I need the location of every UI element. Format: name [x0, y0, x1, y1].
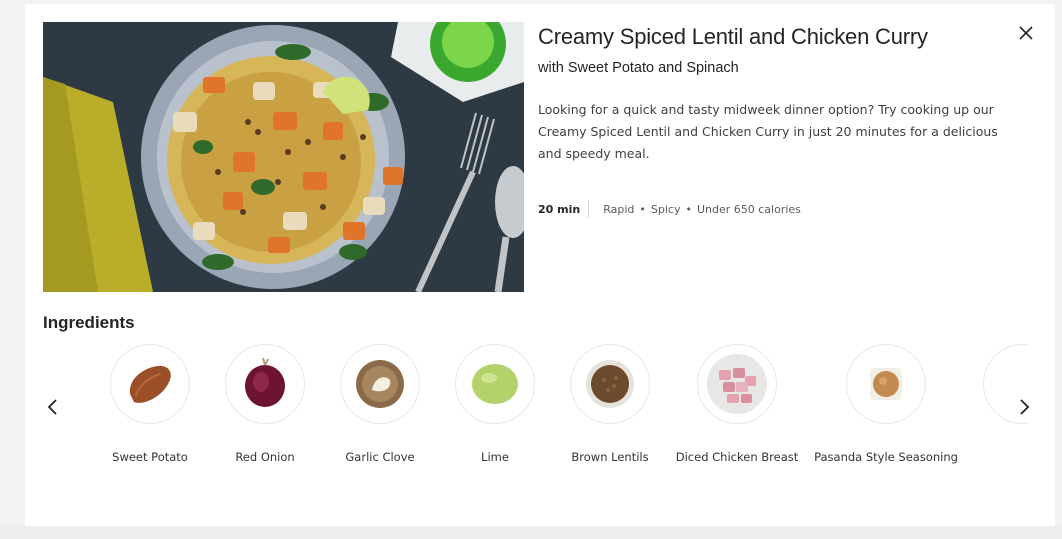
garlic-clove-icon [356, 360, 404, 408]
recipe-subtitle: with Sweet Potato and Spinach [538, 60, 739, 76]
ingredient-image [846, 344, 926, 424]
recipe-tag: Spicy [650, 202, 681, 216]
close-button[interactable] [1015, 22, 1037, 44]
chevron-right-icon [1020, 399, 1030, 415]
recipe-meta: 20 min Rapid • Spicy • Under 650 calorie… [538, 199, 801, 219]
ingredient-image [697, 344, 777, 424]
ingredients-heading: Ingredients [43, 313, 135, 332]
red-onion-icon [245, 357, 285, 407]
recipe-tags: Rapid • Spicy • Under 650 calories [603, 203, 801, 216]
tag-separator: • [639, 202, 646, 216]
seasoning-icon [870, 368, 902, 400]
ingredient-image [455, 344, 535, 424]
carousel-next-button[interactable] [1015, 396, 1033, 418]
ingredient-item[interactable]: Diced Chicken Breast [652, 344, 822, 464]
recipe-modal: Creamy Spiced Lentil and Chicken Curry w… [25, 4, 1055, 526]
carousel-prev-button[interactable] [44, 396, 62, 418]
recipe-time: 20 min [538, 202, 581, 216]
chevron-left-icon [47, 399, 57, 415]
sweet-potato-icon [129, 365, 171, 403]
meta-divider [588, 200, 590, 218]
close-icon [1019, 26, 1033, 40]
ingredient-image [110, 344, 190, 424]
recipe-description: Looking for a quick and tasty midweek di… [538, 102, 998, 161]
diced-chicken-icon [707, 354, 767, 414]
ingredient-name: Pasanda Style Seasoning [814, 450, 958, 464]
lime-icon [472, 364, 518, 404]
tag-separator: • [685, 202, 692, 216]
ingredient-name: Diced Chicken Breast [675, 450, 799, 464]
recipe-hero-image [43, 22, 524, 292]
ingredient-image [340, 344, 420, 424]
ingredient-item[interactable]: Pasanda Style Seasoning [801, 344, 971, 464]
recipe-tag: Rapid [603, 202, 635, 216]
page-background-strip [0, 526, 1062, 539]
recipe-title: Creamy Spiced Lentil and Chicken Curry [538, 24, 928, 49]
brown-lentils-icon [586, 360, 634, 408]
recipe-tag: Under 650 calories [696, 202, 801, 216]
ingredient-image [225, 344, 305, 424]
ingredient-image [570, 344, 650, 424]
